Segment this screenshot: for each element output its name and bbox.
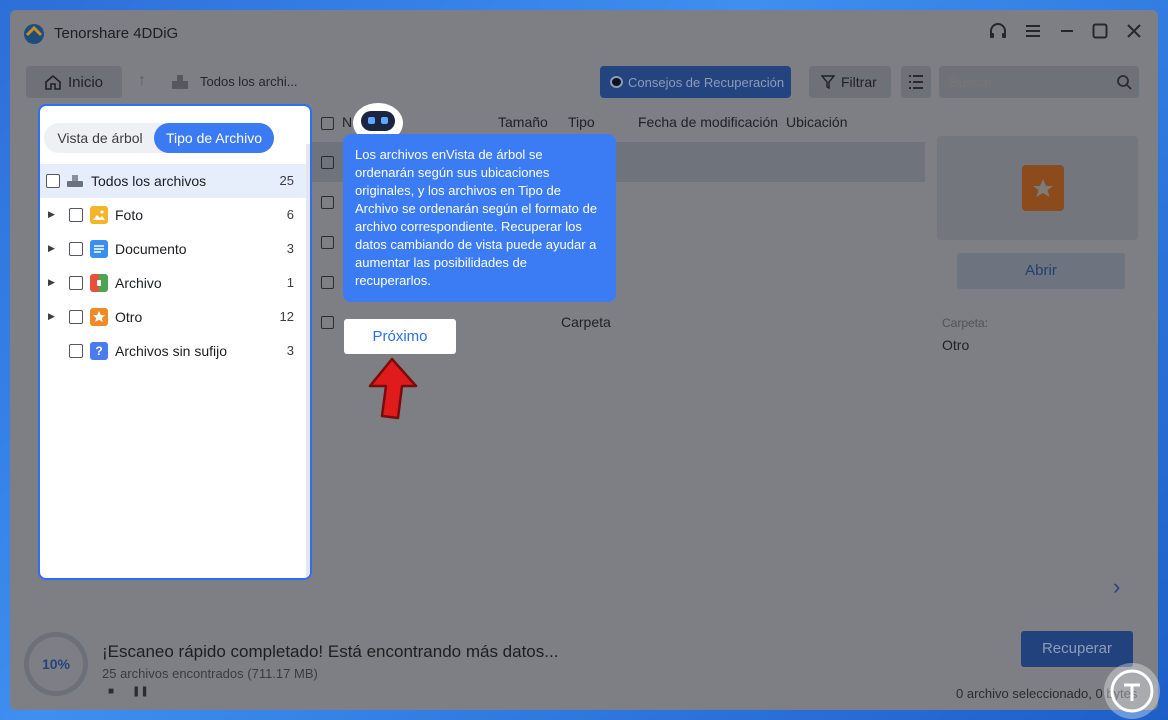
home-icon — [45, 74, 61, 90]
tree-checkbox[interactable] — [69, 344, 83, 358]
caret-right-icon[interactable]: ▶ — [48, 311, 55, 322]
tree-item-archive[interactable]: ▶ Archivo 1 — [40, 266, 306, 300]
next-step-button[interactable]: Próximo — [344, 319, 456, 354]
category-panel: Vista de árbol Tipo de Archivo Todos los… — [38, 104, 312, 580]
view-tabs: Vista de árbol Tipo de Archivo — [44, 123, 274, 153]
scan-status-title: ¡Escaneo rápido completado! Está encontr… — [102, 642, 559, 661]
caret-right-icon[interactable]: ▶ — [48, 209, 55, 220]
list-view-button[interactable] — [901, 66, 931, 98]
row-checkbox[interactable] — [321, 156, 334, 169]
filter-icon — [821, 75, 835, 89]
pointer-arrow-icon — [368, 357, 418, 420]
row-checkbox[interactable] — [321, 236, 334, 249]
app-logo-icon — [24, 24, 44, 44]
unknown-icon: ? — [90, 342, 108, 360]
search-icon[interactable] — [1116, 74, 1132, 90]
maximize-icon[interactable] — [1089, 22, 1111, 44]
watermark-logo — [1104, 663, 1160, 719]
drive-icon — [172, 75, 188, 89]
row-checkbox[interactable] — [321, 196, 334, 209]
tree-item-label: Documento — [115, 241, 187, 257]
home-button[interactable]: Inicio — [26, 66, 122, 98]
title-bar: Tenorshare 4DDiG — [10, 10, 1158, 56]
tree-checkbox[interactable] — [69, 310, 83, 324]
row-checkbox[interactable] — [321, 276, 334, 289]
open-button[interactable]: Abrir — [957, 253, 1125, 289]
tree-item-all-files[interactable]: Todos los archivos 25 — [40, 164, 306, 198]
tree-checkbox[interactable] — [46, 174, 60, 188]
archive-icon — [90, 274, 108, 292]
other-icon — [90, 308, 108, 326]
tree-item-other[interactable]: ▶ Otro 12 — [40, 300, 306, 334]
progress-ring: 10% — [24, 632, 88, 696]
recovery-tips-label: Consejos de Recuperación — [628, 75, 785, 90]
tree-item-count: 3 — [286, 241, 294, 256]
caret-right-icon[interactable]: ▶ — [48, 277, 55, 288]
filter-label: Filtrar — [841, 74, 877, 90]
scrollbar[interactable] — [306, 144, 310, 576]
column-size[interactable]: Tamaño — [498, 114, 548, 130]
up-arrow-icon[interactable]: ↑ — [138, 72, 146, 90]
tree-item-label: Otro — [115, 309, 143, 325]
tree-item-label: Foto — [115, 207, 144, 223]
tab-file-type[interactable]: Tipo de Archivo — [154, 123, 274, 153]
row-checkbox[interactable] — [321, 316, 334, 329]
app-title: Tenorshare 4DDiG — [54, 25, 179, 42]
drive-icon — [66, 172, 84, 190]
pause-icon[interactable]: ❚❚ — [132, 686, 149, 697]
tree-item-document[interactable]: ▶ Documento 3 — [40, 232, 306, 266]
photo-icon — [90, 206, 108, 224]
document-icon — [90, 240, 108, 258]
tab-tree-view[interactable]: Vista de árbol — [46, 123, 154, 153]
tree-item-label: Todos los archivos — [91, 173, 207, 189]
column-type[interactable]: Tipo — [568, 114, 595, 130]
tree-item-no-suffix[interactable]: ? Archivos sin sufijo 3 — [40, 334, 306, 368]
toolbar: Inicio ↑ Todos los archi... Consejos de … — [10, 64, 1158, 104]
menu-icon[interactable] — [1022, 22, 1044, 44]
select-all-checkbox[interactable] — [321, 117, 334, 130]
chevron-right-icon[interactable]: › — [1113, 574, 1139, 600]
column-modified[interactable]: Fecha de modificación — [638, 114, 778, 130]
tree-item-count: 3 — [286, 343, 294, 358]
tree-item-count: 1 — [286, 275, 294, 290]
onboarding-tooltip: Los archivos enVista de árbol se ordenar… — [343, 134, 616, 302]
caret-right-icon[interactable]: ▶ — [48, 243, 55, 254]
status-bar: 10% ¡Escaneo rápido completado! Está enc… — [10, 626, 1158, 710]
tree-item-label: Archivos sin sufijo — [115, 343, 228, 359]
folder-meta-value: Otro — [942, 337, 970, 353]
home-label: Inicio — [68, 74, 104, 91]
tree-item-photo[interactable]: ▶ Foto 6 — [40, 198, 306, 232]
file-preview-icon — [1022, 165, 1064, 211]
bot-icon — [610, 76, 623, 88]
close-icon[interactable] — [1123, 22, 1145, 44]
scan-status-subtitle: 25 archivos encontrados (711.17 MB) — [102, 666, 318, 681]
stop-icon[interactable]: ■ — [108, 686, 114, 697]
headset-icon[interactable] — [987, 22, 1009, 44]
list-view-icon — [909, 75, 923, 89]
tree-item-count: 6 — [286, 207, 294, 222]
row-type-cell: Carpeta — [561, 314, 611, 330]
filter-button[interactable]: Filtrar — [809, 66, 891, 98]
breadcrumb[interactable]: Todos los archi... — [200, 74, 298, 89]
search-input[interactable] — [939, 66, 1139, 98]
tree-item-count: 12 — [279, 309, 294, 324]
minimize-icon[interactable] — [1056, 22, 1078, 44]
column-name[interactable]: N — [342, 114, 352, 130]
tree-checkbox[interactable] — [69, 208, 83, 222]
recover-button[interactable]: Recuperar — [1021, 631, 1133, 667]
recovery-tips-button[interactable]: Consejos de Recuperación — [600, 66, 791, 98]
tree-item-label: Archivo — [115, 275, 162, 291]
tree-checkbox[interactable] — [69, 242, 83, 256]
progress-text: 10% — [41, 656, 71, 672]
tree-checkbox[interactable] — [69, 276, 83, 290]
column-location[interactable]: Ubicación — [786, 114, 847, 130]
folder-meta-label: Carpeta: — [942, 316, 989, 330]
tree-item-count: 25 — [279, 173, 294, 188]
